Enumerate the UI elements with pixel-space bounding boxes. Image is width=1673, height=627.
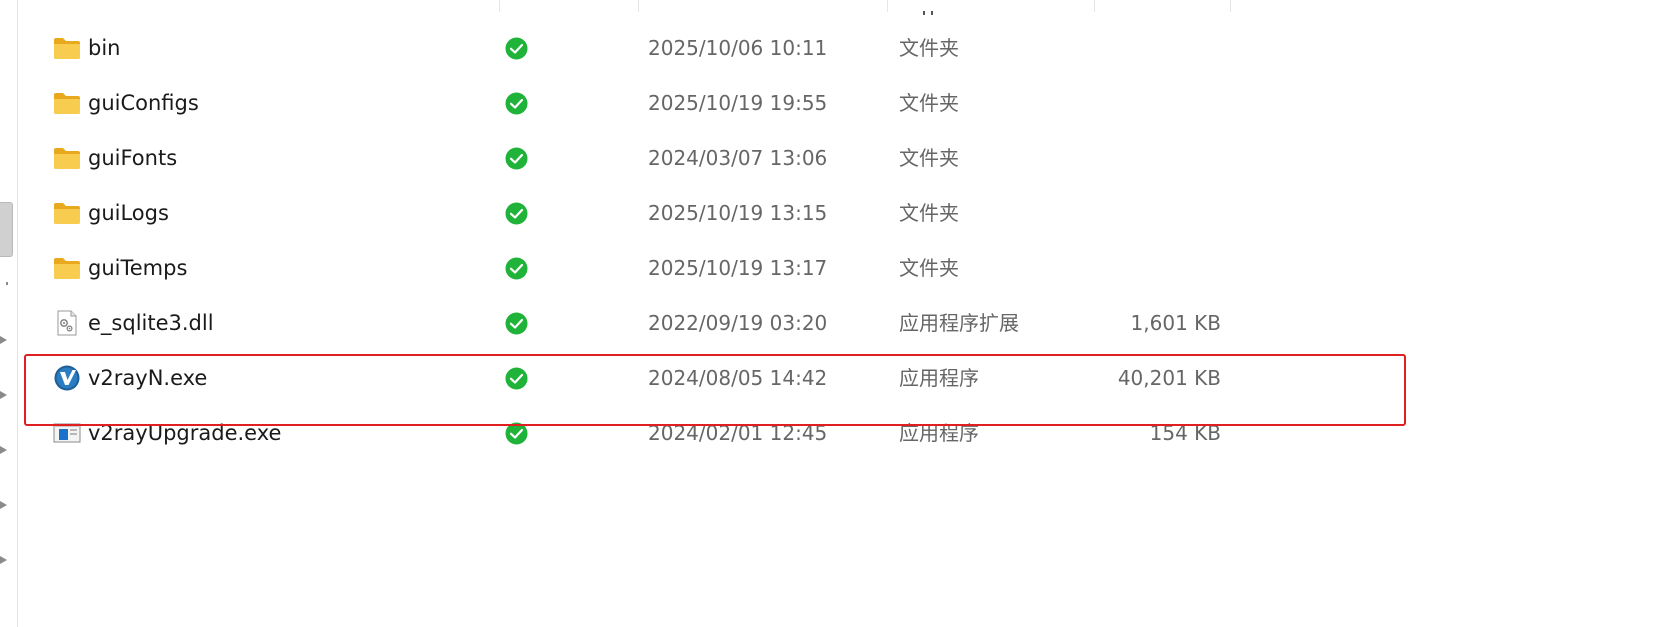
file-row-e-sqlite3-dll[interactable]: e_sqlite3.dll 2022/09/19 03:20 应用程序扩展 1,… [17,295,1237,351]
file-name: guiFonts [88,146,178,170]
file-explorer-window: bin 2025/10/06 10:11 文件夹 guiConfigs 2025… [0,0,1673,627]
file-type: 文件夹 [899,36,959,60]
file-row-v2rayn-exe[interactable]: v2rayN.exe 2024/08/05 14:42 应用程序 40,201 … [17,350,1237,406]
file-name: guiTemps [88,256,188,280]
synced-check-icon [505,202,528,225]
file-type: 文件夹 [899,146,959,170]
column-header-row [17,0,1237,15]
folder-icon [53,200,81,226]
nav-separator-dot [6,282,8,285]
column-separator[interactable] [1230,0,1231,12]
nav-expand-chevron-icon[interactable] [0,498,10,512]
file-row-guiconfigs[interactable]: guiConfigs 2025/10/19 19:55 文件夹 [17,75,1237,131]
file-modified-date: 2022/09/19 03:20 [648,311,828,335]
column-separator[interactable] [1094,0,1095,12]
file-type: 应用程序 [899,366,979,390]
file-row-v2rayupgrade-exe[interactable]: v2rayUpgrade.exe 2024/02/01 12:45 应用程序 1… [17,405,1237,461]
file-modified-date: 2024/02/01 12:45 [648,421,828,445]
column-separator[interactable] [499,0,500,12]
file-name: e_sqlite3.dll [88,311,214,335]
synced-check-icon [505,37,528,60]
file-modified-date: 2025/10/19 13:15 [648,201,828,225]
file-modified-date: 2024/08/05 14:42 [648,366,828,390]
file-name: bin [88,36,121,60]
folder-icon [53,145,81,171]
file-modified-date: 2024/03/07 13:06 [648,146,828,170]
file-type: 应用程序 [899,421,979,445]
folder-icon [53,90,81,116]
synced-check-icon [505,312,528,335]
nav-expand-chevron-icon[interactable] [0,443,10,457]
sort-indicator-icon [923,0,941,15]
synced-check-icon [505,422,528,445]
synced-check-icon [505,367,528,390]
nav-expand-chevron-icon[interactable] [0,333,10,347]
file-name: v2rayUpgrade.exe [88,421,282,445]
v2rayn-app-icon [53,365,81,391]
folder-icon [53,255,81,281]
file-type: 应用程序扩展 [899,311,1019,335]
synced-check-icon [505,147,528,170]
file-row-guilogs[interactable]: guiLogs 2025/10/19 13:15 文件夹 [17,185,1237,241]
file-name: v2rayN.exe [88,366,208,390]
file-modified-date: 2025/10/19 13:17 [648,256,828,280]
file-type: 文件夹 [899,201,959,225]
navigation-pane [0,0,18,627]
dll-file-icon [53,310,81,336]
file-row-bin[interactable]: bin 2025/10/06 10:11 文件夹 [17,20,1237,76]
file-name: guiConfigs [88,91,199,115]
exe-window-icon [53,420,81,446]
file-modified-date: 2025/10/19 19:55 [648,91,828,115]
nav-expand-chevron-icon[interactable] [0,388,10,402]
file-size: 1,601 KB [1130,311,1221,335]
file-modified-date: 2025/10/06 10:11 [648,36,828,60]
column-separator[interactable] [887,0,888,12]
file-row-guitemps[interactable]: guiTemps 2025/10/19 13:17 文件夹 [17,240,1237,296]
synced-check-icon [505,92,528,115]
navigation-scrollbar-thumb[interactable] [0,202,13,257]
file-size: 40,201 KB [1117,366,1221,390]
file-row-guifonts[interactable]: guiFonts 2024/03/07 13:06 文件夹 [17,130,1237,186]
column-separator[interactable] [638,0,639,12]
file-name: guiLogs [88,201,169,225]
file-type: 文件夹 [899,91,959,115]
synced-check-icon [505,257,528,280]
file-type: 文件夹 [899,256,959,280]
nav-expand-chevron-icon[interactable] [0,553,10,567]
file-size: 154 KB [1149,421,1221,445]
folder-icon [53,35,81,61]
